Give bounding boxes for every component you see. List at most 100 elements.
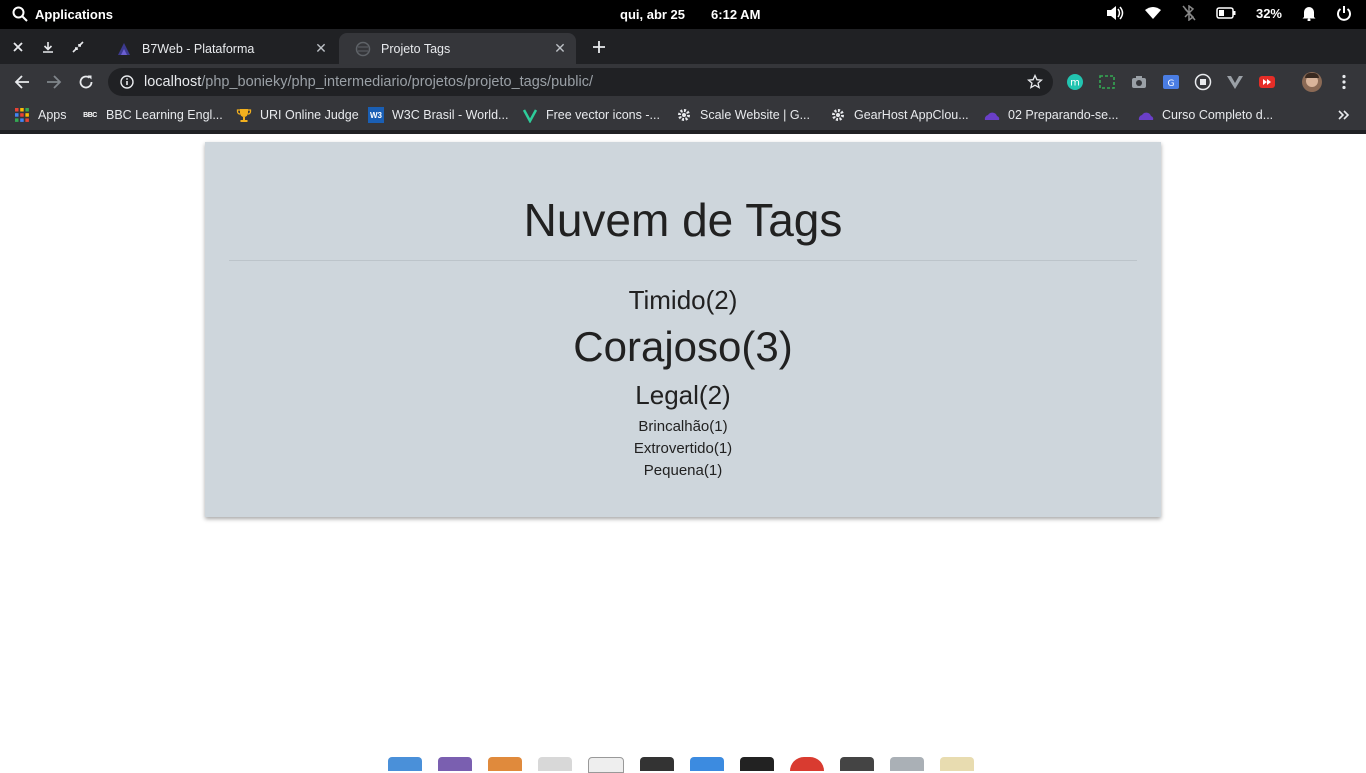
download-arrow-icon [43, 41, 53, 53]
bookmark-uri[interactable]: URI Online Judge [236, 107, 359, 123]
url-host: localhost [144, 74, 202, 90]
address-bar[interactable]: localhost/php_bonieky/php_intermediario/… [108, 68, 1053, 96]
tab-title: Projeto Tags [381, 41, 451, 56]
b7web-favicon-icon [118, 42, 130, 55]
url-path: /php_bonieky/php_intermediario/projetos/… [201, 74, 593, 90]
wifi-icon[interactable] [1144, 6, 1162, 20]
os-top-bar: Applications qui, abr 25 6:12 AM 32% [0, 0, 1366, 29]
window-restore-button[interactable] [63, 29, 93, 64]
extension-vue-icon[interactable] [1226, 73, 1244, 91]
trophy-icon [236, 109, 252, 122]
tab-projeto-tags[interactable]: Projeto Tags ✕ [339, 33, 576, 64]
tab-close-button[interactable]: ✕ [311, 39, 331, 59]
browser-toolbar: localhost/php_bonieky/php_intermediario/… [0, 64, 1366, 100]
dock-app-icon[interactable] [890, 757, 924, 771]
tab-strip: B7Web - Plataforma ✕ Projeto Tags ✕ [0, 29, 1366, 64]
reload-icon [79, 75, 93, 89]
bookmark-label: GearHost AppClou... [854, 108, 969, 122]
bookmark-bbc[interactable]: BBC BBC Learning Engl... [82, 107, 223, 123]
bookmark-label: W3C Brasil - World... [392, 108, 509, 122]
profile-avatar[interactable] [1302, 72, 1322, 92]
reload-button[interactable] [73, 69, 99, 95]
power-icon[interactable] [1336, 5, 1352, 21]
tag-item: Corajoso(3) [573, 323, 793, 370]
tab-title: B7Web - Plataforma [142, 41, 255, 56]
cloud-icon [1138, 112, 1154, 120]
collapse-icon [72, 40, 84, 53]
bookmark-label: 02 Preparando-se... [1008, 108, 1119, 122]
tag-item: Extrovertido(1) [633, 440, 733, 457]
kebab-menu-icon[interactable] [1335, 73, 1353, 91]
arrow-right-icon [47, 75, 62, 89]
cloud-icon [984, 112, 1000, 120]
bookmark-star-icon[interactable] [1027, 74, 1043, 90]
tag-item: Pequena(1) [643, 462, 723, 479]
dock-app-icon[interactable] [438, 757, 472, 771]
dock-app-icon[interactable] [538, 757, 572, 771]
system-tray: 32% [1106, 5, 1352, 21]
forward-button[interactable] [41, 69, 67, 95]
bookmark-label: Free vector icons -... [546, 108, 660, 122]
bookmarks-overflow-button[interactable] [1336, 107, 1352, 123]
extension-record-icon[interactable] [1194, 73, 1212, 91]
tab-close-button[interactable]: ✕ [550, 39, 570, 59]
clock[interactable]: qui, abr 25 6:12 AM [620, 7, 760, 22]
bookmark-w3c[interactable]: W3 W3C Brasil - World... [368, 107, 508, 123]
dock-app-icon[interactable] [488, 757, 522, 771]
dock-app-icon[interactable] [790, 757, 824, 771]
bookmark-apps[interactable]: Apps [14, 107, 67, 123]
dock-app-icon[interactable] [940, 757, 974, 771]
bookmark-label: URI Online Judge [260, 108, 359, 122]
bookmark-scale-website[interactable]: Scale Website | G... [676, 107, 810, 123]
search-icon [12, 6, 28, 22]
new-tab-button[interactable] [588, 36, 610, 58]
extension-m-icon[interactable]: m [1066, 73, 1084, 91]
bookmark-label: Curso Completo d... [1162, 108, 1274, 122]
window-minimize-button[interactable] [33, 29, 63, 64]
window-close-button[interactable] [3, 29, 33, 64]
bookmark-label: Scale Website | G... [700, 108, 811, 122]
applications-menu[interactable]: Applications [12, 6, 113, 22]
extension-fast-forward-icon[interactable] [1258, 73, 1276, 91]
battery-icon[interactable] [1216, 7, 1236, 19]
svg-text:m: m [1070, 78, 1080, 89]
bookmark-label: Apps [38, 108, 67, 122]
w3c-icon: W3 [368, 107, 384, 123]
vector-icon [522, 109, 538, 123]
bookmark-label: BBC Learning Engl... [106, 108, 223, 122]
tag-item: Timido(2) [628, 285, 738, 315]
battery-percent: 32% [1255, 5, 1282, 21]
tab-b7web[interactable]: B7Web - Plataforma ✕ [100, 33, 337, 64]
apps-grid-icon [15, 108, 29, 122]
plus-icon [593, 41, 605, 53]
bluetooth-off-icon[interactable] [1182, 5, 1196, 21]
page-title: Nuvem de Tags [523, 194, 843, 246]
date-text: qui, abr 25 [620, 7, 686, 22]
tag-cloud: Timido(2) Corajoso(3) Legal(2) Brincalhã… [205, 280, 1161, 482]
tag-item: Legal(2) [635, 380, 731, 410]
volume-icon[interactable] [1106, 5, 1124, 21]
svg-text:G: G [1168, 79, 1175, 89]
notification-bell-icon[interactable] [1302, 5, 1316, 21]
bookmark-preparando[interactable]: 02 Preparando-se... [984, 107, 1119, 123]
bbc-icon: BBC [83, 111, 97, 119]
dock-app-icon[interactable] [588, 757, 624, 773]
dock-app-icon[interactable] [840, 757, 874, 771]
extension-camera-icon[interactable] [1130, 73, 1148, 91]
bookmark-free-vector[interactable]: Free vector icons -... [522, 107, 660, 123]
dock-app-icon[interactable] [690, 757, 724, 771]
back-button[interactable] [9, 69, 35, 95]
globe-icon [355, 41, 371, 56]
dock-app-icon[interactable] [740, 757, 774, 771]
bookmark-curso-completo[interactable]: Curso Completo d... [1138, 107, 1273, 123]
dock-app-icon[interactable] [388, 757, 422, 771]
double-chevron-right-icon [1338, 110, 1350, 120]
arrow-left-icon [14, 75, 29, 89]
close-icon [13, 41, 23, 52]
title-divider [229, 260, 1137, 261]
dock-app-icon[interactable] [640, 757, 674, 771]
extension-translate-icon[interactable]: G [1162, 73, 1180, 91]
applications-label: Applications [35, 6, 114, 22]
extension-screenshot-icon[interactable] [1098, 73, 1116, 91]
bookmark-gearhost[interactable]: GearHost AppClou... [830, 107, 969, 123]
